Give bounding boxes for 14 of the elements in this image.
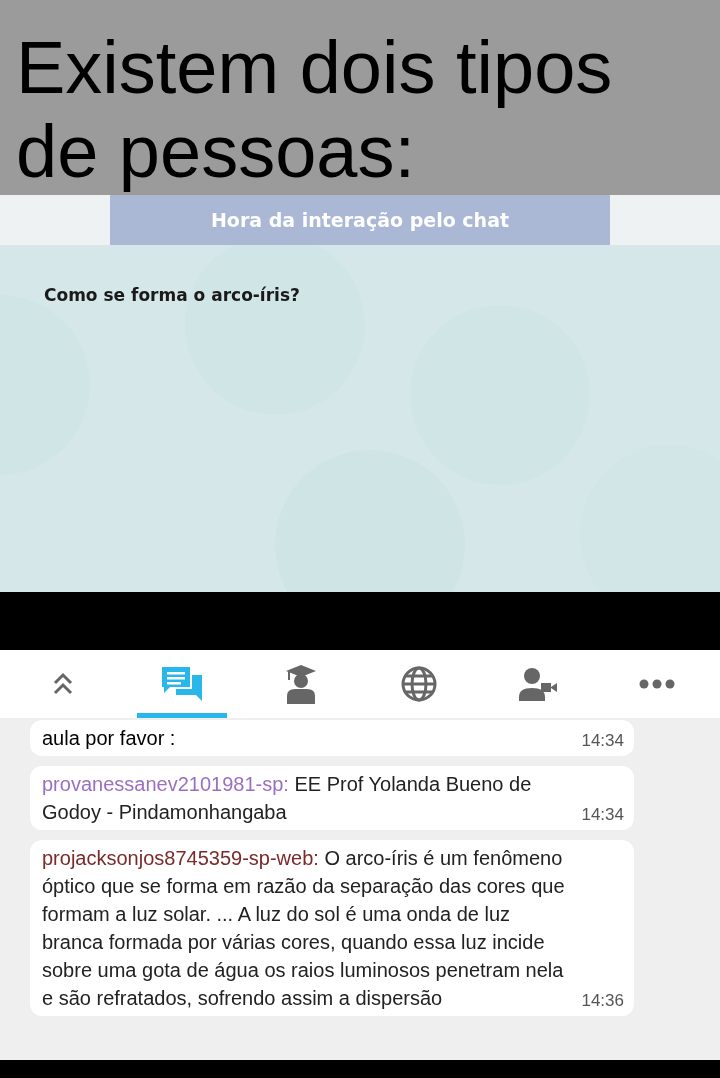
user-camera-icon	[519, 667, 558, 701]
message-text: aula por favor :	[42, 726, 177, 751]
message-time: 14:34	[581, 731, 624, 752]
message-time: 14:34	[581, 805, 624, 826]
collapse-icon	[52, 671, 74, 697]
globe-icon	[400, 665, 439, 703]
message-time: 14:36	[581, 991, 624, 1012]
message-text: projacksonjos8745359-sp-web: O arco-íris é um fenômeno óptico que se forma em razão da separação das cores que formam a luz solar. ... A luz do sol é uma onda de luz branca formada por várias cores, quando essa luz incide sobre uma gota de água os raios luminosos penetram nela e são refratados, sofrendo assim a dispersão	[42, 846, 566, 1011]
message-text: provanessanev2101981-sp: EE Prof Yolanda Bueno de Godoy - Pindamonhangaba	[42, 772, 533, 825]
slide-header: Hora da interação pelo chat	[110, 195, 610, 245]
more-icon	[639, 679, 675, 689]
meme-caption: Existem dois tipos de pessoas:	[15, 25, 614, 194]
chat-icon	[159, 665, 204, 703]
slide-question: Como se forma o arco-íris?	[44, 284, 300, 307]
